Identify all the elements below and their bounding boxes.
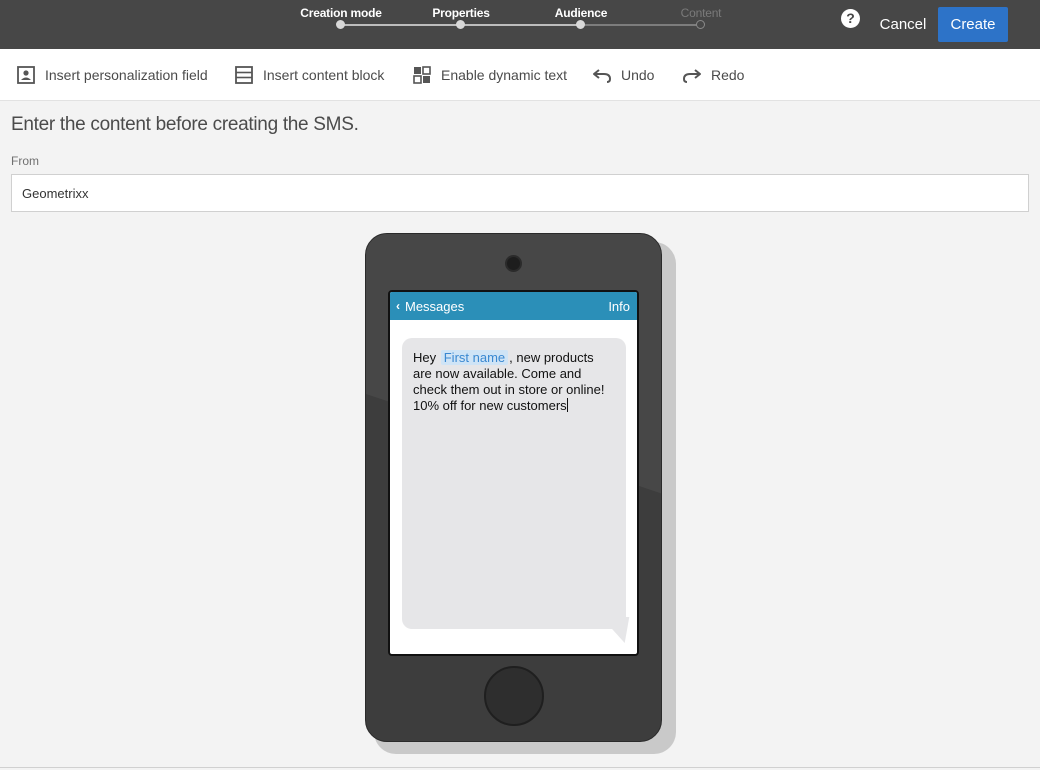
- step-audience[interactable]: Audience: [521, 0, 641, 29]
- undo-label: Undo: [621, 67, 655, 83]
- redo-label: Redo: [711, 67, 745, 83]
- personalization-field-first-name[interactable]: First name: [440, 350, 509, 365]
- message-prefix: Hey: [413, 350, 440, 365]
- redo-button[interactable]: Redo: [682, 49, 744, 101]
- step-label: Content: [680, 6, 722, 20]
- personalization-field-icon: [16, 65, 36, 85]
- insert-content-block-label: Insert content block: [263, 67, 385, 83]
- step-dot: [336, 20, 345, 29]
- dynamic-text-icon: [412, 65, 432, 85]
- editor-toolbar: Insert personalization field Insert cont…: [0, 49, 1040, 101]
- enable-dynamic-text-button[interactable]: Enable dynamic text: [412, 49, 567, 101]
- wizard-bar: Creation mode Properties Audience Conten…: [0, 0, 1040, 49]
- redo-icon: [682, 65, 702, 85]
- wizard-steps: Creation mode Properties Audience Conten…: [300, 0, 740, 49]
- messages-back-link[interactable]: ‹ Messages: [396, 292, 464, 321]
- info-link[interactable]: Info: [608, 292, 630, 321]
- messages-header: ‹ Messages Info: [390, 292, 637, 320]
- step-label: Creation mode: [300, 6, 382, 20]
- sms-message-editor[interactable]: Hey First name, new products are now ava…: [402, 338, 626, 629]
- step-remaining-line: [580, 24, 700, 26]
- step-dot: [696, 20, 705, 29]
- help-icon[interactable]: ?: [841, 9, 860, 28]
- content-block-icon: [234, 65, 254, 85]
- from-field[interactable]: [11, 174, 1029, 212]
- undo-icon: [592, 65, 612, 85]
- insert-personalization-field-button[interactable]: Insert personalization field: [16, 49, 208, 101]
- step-label: Audience: [554, 6, 608, 20]
- step-creation-mode[interactable]: Creation mode: [281, 0, 401, 29]
- create-button[interactable]: Create: [938, 7, 1008, 42]
- phone-screen: ‹ Messages Info Hey First name, new prod…: [388, 290, 639, 656]
- step-dot: [576, 20, 585, 29]
- messages-back-label: Messages: [405, 299, 465, 314]
- cancel-button[interactable]: Cancel: [874, 8, 932, 42]
- bottom-divider: [0, 767, 1040, 768]
- step-properties[interactable]: Properties: [401, 0, 521, 29]
- from-label: From: [11, 154, 39, 168]
- phone-home-button[interactable]: [484, 666, 544, 726]
- phone-camera: [505, 255, 522, 272]
- step-label: Properties: [432, 6, 490, 20]
- chevron-left-icon: ‹: [396, 299, 400, 313]
- enable-dynamic-text-label: Enable dynamic text: [441, 67, 568, 83]
- text-caret: [566, 398, 568, 412]
- insert-content-block-button[interactable]: Insert content block: [234, 49, 384, 101]
- step-content: Content: [641, 0, 761, 29]
- undo-button[interactable]: Undo: [592, 49, 654, 101]
- insert-personalization-field-label: Insert personalization field: [45, 67, 208, 83]
- page-title: Enter the content before creating the SM…: [11, 114, 359, 135]
- step-dot: [456, 20, 465, 29]
